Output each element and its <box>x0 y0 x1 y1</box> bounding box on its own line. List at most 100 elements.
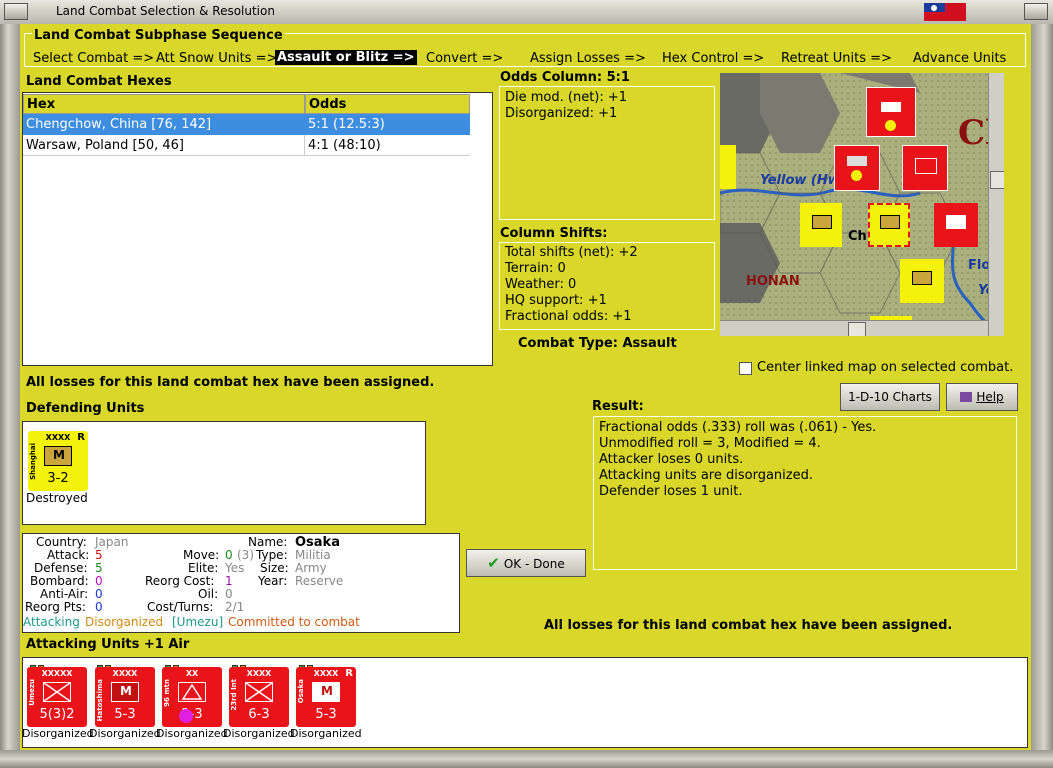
hexes-title: Land Combat Hexes <box>26 74 172 89</box>
shifts-panel: Total shifts (net): +2 Terrain: 0 Weathe… <box>499 242 715 330</box>
info-antiair: 0 <box>95 587 103 601</box>
defending-unit-status: Destroyed <box>26 491 88 505</box>
defending-units-title: Defending Units <box>26 401 145 416</box>
result-line: Fractional odds (.333) roll was (.061) -… <box>599 420 877 435</box>
help-button-label: Help <box>976 390 1004 404</box>
info-label: Move: <box>183 548 220 562</box>
info-oil: 0 <box>225 587 233 601</box>
info-label: Type: <box>256 548 288 562</box>
odds-column-title: Odds Column: 5:1 <box>500 70 630 85</box>
column-header-hex[interactable]: Hex <box>23 94 305 114</box>
window-frame-right <box>1031 24 1053 768</box>
status-disorganized: Disorganized <box>85 615 164 629</box>
window-title: Land Combat Selection & Resolution <box>56 4 275 18</box>
map-vertical-scrollbar[interactable] <box>988 73 1004 336</box>
ok-done-label: OK - Done <box>503 557 565 571</box>
scroll-thumb[interactable] <box>990 171 1004 189</box>
window-frame-left <box>0 24 20 768</box>
unit-symbol: M <box>321 684 333 698</box>
info-label: Oil: <box>198 587 219 601</box>
attacking-unit-status: Disorganized <box>156 727 228 740</box>
unit-status-dots <box>97 660 119 671</box>
odds-line: Die mod. (net): +1 <box>505 90 628 105</box>
system-menu-button[interactable] <box>4 3 28 20</box>
scroll-thumb[interactable] <box>848 322 866 336</box>
unit-size: XXXX <box>112 669 138 678</box>
map-land-unit-counter[interactable] <box>934 203 978 247</box>
step-assign-losses: Assign Losses => <box>530 51 646 66</box>
map-air-unit-counter[interactable] <box>834 145 880 191</box>
info-cost-turns: 2/1 <box>225 600 245 614</box>
unit-status-dots <box>299 660 321 671</box>
map-land-unit-counter[interactable] <box>900 259 944 303</box>
linked-map[interactable]: Yellow (Hw Ch HONAN Flood Yel Cl <box>720 73 1004 336</box>
attacking-unit-counter[interactable]: XXXXX Umezu 5(3)2 <box>27 667 87 727</box>
step-hex-control: Hex Control => <box>662 51 765 66</box>
map-land-unit-counter[interactable] <box>720 145 736 189</box>
china-flag-icon <box>924 3 966 21</box>
shift-line: Fractional odds: +1 <box>505 309 632 324</box>
table-row-odds[interactable]: 5:1 (12.5:3) <box>305 114 470 135</box>
unit-size: XXXXX <box>41 669 73 678</box>
unit-strength: 5-3 <box>114 707 136 722</box>
odds-line: Disorganized: +1 <box>505 106 618 121</box>
unit-size: XXXX <box>246 669 272 678</box>
info-move-paren: (3) <box>237 548 254 562</box>
defending-unit-counter[interactable]: XXXX R Shanghai M 3-2 <box>28 431 88 491</box>
unit-name: 96 mtn <box>163 679 171 707</box>
checkmark-icon: ✔ <box>487 554 500 572</box>
attacking-unit-status: Disorganized <box>89 727 161 740</box>
mountain-marker-icon <box>179 709 193 723</box>
info-bombard: 0 <box>95 574 103 588</box>
table-row-odds[interactable]: 4:1 (48:10) <box>305 135 470 156</box>
help-book-icon <box>960 392 973 402</box>
info-label: Reorg Pts: <box>25 600 86 614</box>
info-label: Year: <box>258 574 288 588</box>
table-row-hex[interactable]: Warsaw, Poland [50, 46] <box>23 135 305 156</box>
combat-type: Combat Type: Assault <box>518 336 677 351</box>
table-row-hex[interactable]: Chengchow, China [76, 142] <box>23 114 305 135</box>
info-label: Cost/Turns: <box>147 600 214 614</box>
close-button[interactable] <box>1024 3 1048 20</box>
map-air-unit-counter[interactable] <box>866 87 916 137</box>
shift-line: Weather: 0 <box>505 277 577 292</box>
unit-strength: 5-3 <box>315 707 337 722</box>
unit-strength: 5(3)2 <box>39 707 75 722</box>
militia-symbol-icon: M <box>312 682 340 702</box>
status-hq: [Umezu] <box>172 615 224 629</box>
map-horizontal-scrollbar[interactable] <box>720 320 988 336</box>
unit-status-dots <box>30 660 52 671</box>
map-target-unit-counter[interactable] <box>868 203 910 247</box>
help-button[interactable]: Help <box>946 383 1018 411</box>
info-label: Size: <box>260 561 289 575</box>
info-label: Reorg Cost: <box>145 574 215 588</box>
result-title: Result: <box>592 399 644 414</box>
info-defense: 5 <box>95 561 103 575</box>
map-land-unit-counter[interactable] <box>800 203 842 247</box>
attacking-unit-status: Disorganized <box>290 727 362 740</box>
ok-done-button[interactable]: ✔ OK - Done <box>466 549 586 577</box>
info-label: Country: <box>36 535 87 549</box>
shift-line: Total shifts (net): +2 <box>505 245 638 260</box>
unit-status-dots <box>232 660 254 671</box>
attacking-unit-counter[interactable]: XXXX R Osaka M 5-3 <box>296 667 356 727</box>
attacking-units-title: Attacking Units +1 Air <box>26 637 190 652</box>
attacking-unit-counter[interactable]: XXXX 23rd Int 6-3 <box>229 667 289 727</box>
step-select-combat: Select Combat => <box>33 51 155 66</box>
militia-symbol-icon: M <box>44 446 72 466</box>
center-map-checkbox[interactable] <box>739 362 752 375</box>
info-size: Army <box>295 561 327 575</box>
unit-status-dots <box>165 660 187 671</box>
column-header-odds[interactable]: Odds <box>305 94 470 114</box>
info-label: Defense: <box>34 561 88 575</box>
info-country: Japan <box>95 535 129 549</box>
unit-size: XX <box>185 669 199 678</box>
info-label: Name: <box>248 535 288 549</box>
result-line: Attacker loses 0 units. <box>599 452 744 467</box>
charts-button[interactable]: 1-D-10 Charts <box>840 383 940 411</box>
result-line: Attacking units are disorganized. <box>599 468 813 483</box>
attacking-unit-counter[interactable]: XXXX Hatoshima M 5-3 <box>95 667 155 727</box>
map-land-unit-counter[interactable] <box>902 145 948 191</box>
info-elite: Yes <box>225 561 245 575</box>
step-assault-or-blitz: Assault or Blitz => <box>275 50 417 65</box>
